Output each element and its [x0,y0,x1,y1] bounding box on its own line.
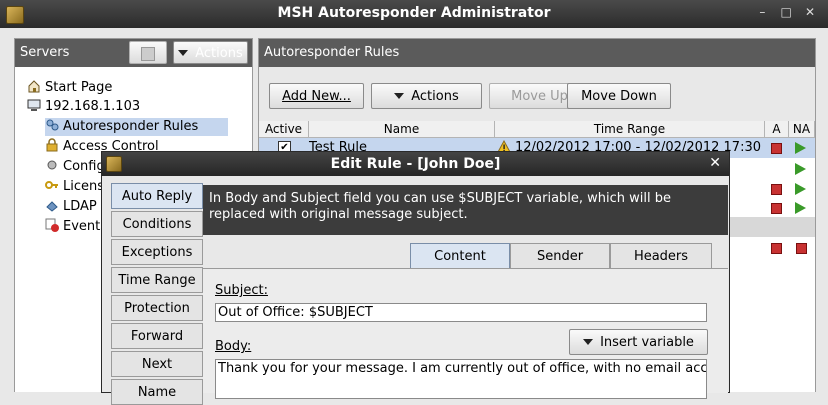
tab-conditions[interactable]: Conditions [111,211,203,237]
subject-field[interactable]: Out of Office: $SUBJECT [215,303,707,322]
tab-content[interactable]: Content [410,243,510,269]
na-play-icon [795,183,806,195]
window-title: MSH Autoresponder Administrator [277,5,551,21]
chevron-down-icon [583,339,594,345]
ldap-icon [45,198,59,212]
na-play-icon [795,142,806,154]
tree-item-server[interactable]: 192.168.1.103 [27,98,140,116]
close-icon[interactable]: ✕ [709,155,721,171]
tab-auto-reply[interactable]: Auto Reply [111,183,203,209]
tab-name[interactable]: Name [111,379,203,405]
column-active[interactable]: Active [259,121,309,138]
tree-item-autoresponder-rules[interactable]: Autoresponder Rules [45,118,229,136]
rules-title: Autoresponder Rules [264,45,400,60]
events-icon [45,218,59,232]
a-status-icon [771,243,782,254]
edit-rule-dialog: Edit Rule - [John Doe] ✕ Auto Reply Cond… [101,151,730,405]
servers-copy-button[interactable] [129,41,167,64]
body-label: Body: [215,339,252,354]
house-icon [27,79,41,93]
column-a[interactable]: A [765,121,789,138]
dialog-titlebar: Edit Rule - [John Doe] ✕ [102,152,729,176]
tab-headers[interactable]: Headers [610,243,712,269]
config-icon [45,158,59,172]
rules-actions-button[interactable]: Actions [371,83,482,109]
rules-panel-header: Autoresponder Rules [259,39,815,67]
column-time-range[interactable]: Time Range [495,121,765,138]
column-name[interactable]: Name [309,121,495,138]
add-new-button[interactable]: Add New... [269,83,364,109]
close-window-button[interactable]: ✕ [800,5,820,19]
key-icon [45,178,59,192]
tree-item-events[interactable]: Events [45,218,107,236]
tree-item-config[interactable]: Config [45,158,105,176]
na-status-icon [796,243,807,254]
tab-protection[interactable]: Protection [111,295,203,321]
tree-item-license[interactable]: Licens [45,178,104,196]
body-field[interactable]: Thank you for your message. I am current… [215,359,707,399]
subject-label: Subject: [215,283,268,298]
users-icon [45,118,59,132]
chevron-down-icon [394,93,405,99]
a-status-icon [771,203,782,214]
tab-exceptions[interactable]: Exceptions [111,239,203,265]
servers-panel-header: Servers Actions [15,39,252,67]
dialog-title: Edit Rule - [John Doe] [330,156,501,172]
na-play-icon [795,163,806,175]
a-status-icon [771,184,782,195]
chevron-down-icon [178,50,189,56]
computer-icon [27,98,41,112]
a-status-icon [771,143,782,154]
tab-next[interactable]: Next [111,351,203,377]
maximize-button[interactable]: □ [776,5,796,19]
move-down-button[interactable]: Move Down [567,83,671,109]
tab-forward[interactable]: Forward [111,323,203,349]
na-play-icon [795,202,806,214]
window-titlebar: MSH Autoresponder Administrator – □ ✕ [0,0,828,28]
content-tab-panel: Subject: Out of Office: $SUBJECT Insert … [203,268,728,399]
minimize-button[interactable]: – [752,5,772,19]
insert-variable-button[interactable]: Insert variable [569,329,708,355]
info-text: In Body and Subject field you can use $S… [203,185,728,235]
servers-title: Servers [20,45,70,60]
servers-actions-button[interactable]: Actions [173,41,248,64]
tab-time-range[interactable]: Time Range [111,267,203,293]
lock-icon [45,138,59,152]
copy-icon [141,47,155,61]
tree-item-start-page[interactable]: Start Page [27,79,112,97]
column-na[interactable]: NA [789,121,815,138]
tab-sender[interactable]: Sender [510,243,610,269]
